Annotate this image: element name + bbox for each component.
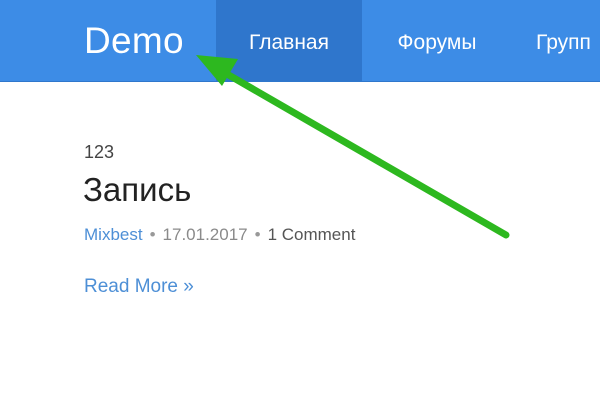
read-more-link[interactable]: Read More » xyxy=(84,276,194,298)
post-title[interactable]: Запись xyxy=(83,172,191,208)
nav-item-groups[interactable]: Групп xyxy=(514,0,600,81)
post-date: 17.01.2017 xyxy=(162,225,248,244)
page: Demo Главная Форумы Групп 123 Запись Mix… xyxy=(0,0,600,400)
meta-separator: • xyxy=(149,225,156,244)
nav-item-home[interactable]: Главная xyxy=(216,0,362,81)
meta-separator: • xyxy=(254,225,261,244)
nav-item-forums[interactable]: Форумы xyxy=(370,0,504,81)
post-comments-link[interactable]: 1 Comment xyxy=(268,225,356,244)
post-meta: Mixbest • 17.01.2017 • 1 Comment xyxy=(84,225,355,245)
arrow-shaft xyxy=(216,66,510,239)
site-title-link[interactable]: Demo xyxy=(84,21,184,61)
post-author-link[interactable]: Mixbest xyxy=(84,225,143,244)
post-category: 123 xyxy=(84,142,115,162)
top-navigation-bar: Demo Главная Форумы Групп xyxy=(0,0,600,82)
